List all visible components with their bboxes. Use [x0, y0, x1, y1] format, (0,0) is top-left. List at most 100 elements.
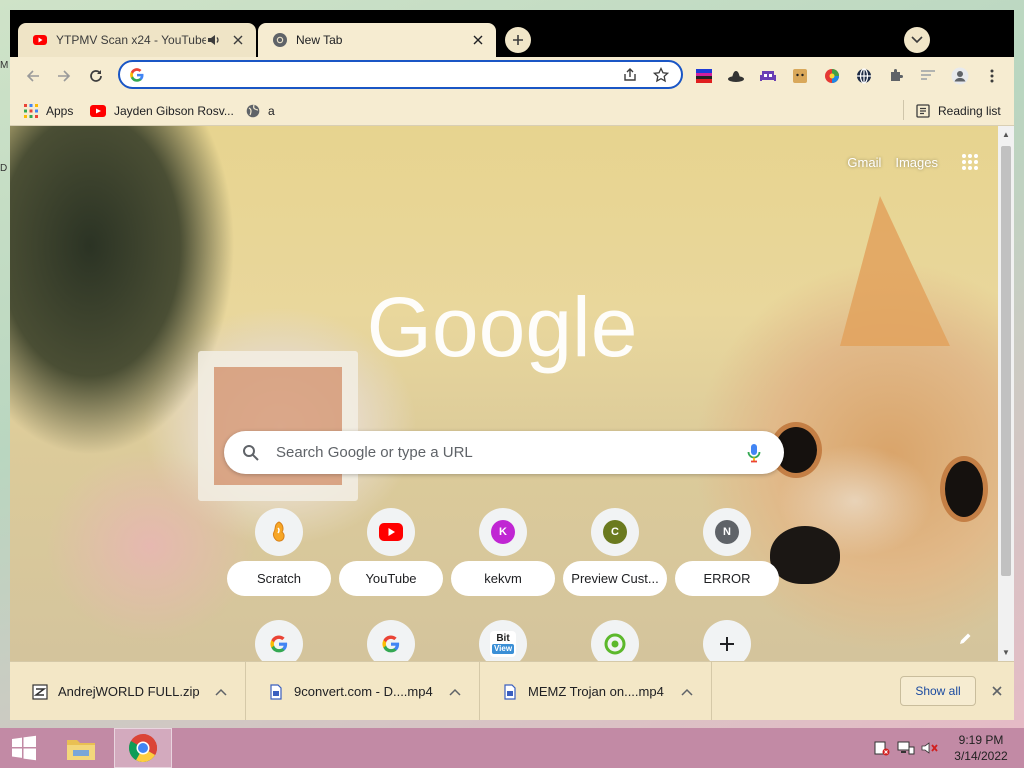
chevron-up-icon[interactable]	[445, 682, 465, 702]
more-menu-icon[interactable]	[983, 67, 1001, 85]
bookmark-star-button[interactable]	[650, 64, 672, 86]
download-filename: AndrejWORLD FULL.zip	[58, 684, 200, 699]
tab-ytpmv[interactable]: YTPMV Scan x24 - YouTube	[18, 23, 256, 57]
bookmarks-divider	[903, 100, 904, 120]
ntp-search-box[interactable]: Search Google or type a URL	[224, 431, 784, 474]
bookmark-a[interactable]: a	[246, 101, 275, 121]
vertical-scrollbar[interactable]: ▲ ▼	[998, 126, 1014, 661]
taskbar-file-explorer[interactable]	[52, 728, 110, 768]
shortcut-preview-cust[interactable]: C Preview Cust...	[563, 508, 667, 608]
bookmark-label: Jayden Gibson Rosv...	[114, 104, 234, 118]
tab-new-tab[interactable]: New Tab	[258, 23, 496, 57]
network-icon[interactable]	[897, 740, 915, 756]
download-item[interactable]: MEMZ Trojan on....mp4	[480, 662, 712, 720]
add-shortcut-button[interactable]	[675, 620, 779, 661]
chevron-up-icon[interactable]	[211, 682, 231, 702]
show-all-button[interactable]: Show all	[900, 676, 976, 706]
reading-list-icon	[916, 104, 930, 118]
zip-file-icon	[32, 683, 48, 700]
system-clock[interactable]: 9:19 PM 3/14/2022	[946, 732, 1016, 764]
download-filename: MEMZ Trojan on....mp4	[528, 684, 664, 699]
alien-extension-icon[interactable]	[759, 67, 777, 85]
scroll-up-arrow-icon[interactable]: ▲	[1002, 130, 1010, 139]
taskbar-chrome[interactable]	[114, 728, 172, 768]
star-icon	[653, 66, 669, 82]
google-apps-button[interactable]	[958, 150, 982, 174]
chrome-icon	[273, 33, 287, 47]
shortcut-green-ring[interactable]	[563, 620, 667, 661]
shortcut-google-1[interactable]	[227, 620, 331, 661]
shortcut-google-2[interactable]	[339, 620, 443, 661]
letter-n-icon: N	[715, 520, 739, 544]
microphone-icon	[747, 443, 761, 462]
youtube-icon	[379, 523, 403, 541]
bookmark-jayden[interactable]: Jayden Gibson Rosv...	[90, 101, 234, 121]
volume-muted-icon[interactable]	[921, 740, 939, 756]
doge-extension-icon[interactable]	[791, 67, 809, 85]
images-link[interactable]: Images	[895, 155, 938, 170]
extension-1[interactable]	[695, 67, 713, 85]
close-tab-icon[interactable]	[230, 32, 246, 48]
voice-search-button[interactable]	[742, 441, 766, 465]
video-file-icon	[504, 683, 516, 700]
chevron-up-icon[interactable]	[677, 682, 697, 702]
gmail-link[interactable]: Gmail	[847, 155, 881, 170]
download-item[interactable]: AndrejWORLD FULL.zip	[10, 662, 246, 720]
plus-icon	[513, 35, 523, 45]
reload-button[interactable]	[85, 65, 107, 87]
profile-icon[interactable]	[951, 67, 969, 85]
forward-arrow-icon	[58, 70, 71, 82]
start-button[interactable]	[0, 728, 48, 768]
tab-search-button[interactable]	[904, 27, 930, 53]
hat-extension-icon[interactable]	[727, 67, 745, 85]
action-center-icon[interactable]	[873, 740, 891, 756]
bookmark-apps[interactable]: Apps	[24, 101, 73, 121]
shortcut-icon-bg	[367, 508, 415, 556]
background-dog-nose	[770, 526, 840, 584]
close-tab-icon[interactable]	[470, 32, 486, 48]
share-button[interactable]	[619, 64, 641, 86]
shortcut-label: Preview Cust...	[563, 561, 667, 596]
color-extension-icon[interactable]	[823, 67, 841, 85]
speaker-icon[interactable]	[206, 32, 222, 48]
forward-button[interactable]	[53, 65, 75, 87]
scroll-thumb[interactable]	[1001, 146, 1011, 576]
taskbar: 9:19 PM 3/14/2022	[0, 728, 1024, 768]
youtube-icon	[33, 35, 47, 45]
shortcut-youtube[interactable]: YouTube	[339, 508, 443, 608]
globe-extension-icon[interactable]	[855, 67, 873, 85]
desktop-icon-stub-top[interactable]: M	[0, 60, 10, 71]
shortcut-error[interactable]: N ERROR	[675, 508, 779, 608]
file-explorer-icon	[67, 740, 95, 760]
google-header-links: Gmail Images	[847, 150, 982, 174]
download-filename: 9convert.com - D....mp4	[294, 684, 433, 699]
google-icon	[130, 67, 144, 82]
desktop-icon-stub-mid[interactable]: D	[0, 163, 10, 174]
google-icon	[270, 635, 288, 653]
shortcut-icon-bg	[255, 508, 303, 556]
scroll-down-arrow-icon[interactable]: ▼	[1002, 648, 1010, 657]
search-icon	[242, 443, 262, 463]
download-item[interactable]: 9convert.com - D....mp4	[246, 662, 480, 720]
shortcut-kekvm[interactable]: K kekvm	[451, 508, 555, 608]
background-photo-frame	[198, 351, 358, 501]
shortcut-icon-bg: Bit View	[479, 620, 527, 661]
shortcut-bitview[interactable]: Bit View	[451, 620, 555, 661]
address-input[interactable]	[153, 63, 619, 86]
shortcut-icon-bg: C	[591, 508, 639, 556]
shortcut-scratch[interactable]: Scratch	[227, 508, 331, 608]
reading-list-button[interactable]: Reading list	[916, 101, 1001, 121]
customize-chrome-button[interactable]	[952, 626, 978, 652]
address-bar[interactable]	[118, 60, 683, 89]
clock-time: 9:19 PM	[958, 733, 1004, 747]
back-button[interactable]	[22, 65, 44, 87]
tab-strip: YTPMV Scan x24 - YouTube New Tab	[10, 10, 1014, 57]
reading-queue-icon[interactable]	[919, 67, 937, 85]
video-file-icon	[270, 683, 282, 700]
close-shelf-button[interactable]	[986, 680, 1008, 702]
shortcut-icon-bg: N	[703, 508, 751, 556]
new-tab-button[interactable]	[505, 27, 531, 53]
puzzle-icon[interactable]	[887, 67, 905, 85]
clock-date: 3/14/2022	[954, 749, 1008, 763]
shortcut-label: ERROR	[675, 561, 779, 596]
